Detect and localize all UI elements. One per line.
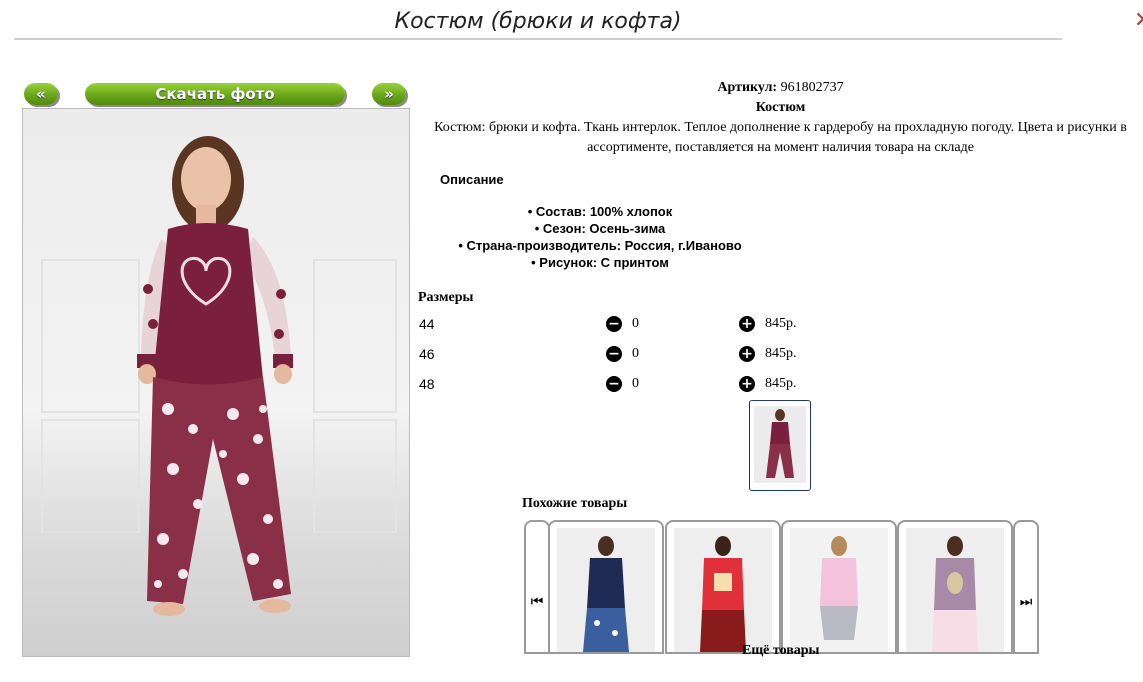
product-photo[interactable]: [22, 108, 410, 657]
skip-forward-icon: ⏭: [1019, 594, 1033, 610]
similar-product-card[interactable]: [665, 520, 781, 654]
minus-icon[interactable]: −: [606, 346, 622, 362]
plus-icon[interactable]: +: [739, 346, 755, 362]
quantity-value: 0: [632, 316, 639, 331]
minus-icon[interactable]: −: [606, 316, 622, 332]
plus-icon[interactable]: +: [739, 316, 755, 332]
sizes-title: Размеры: [418, 290, 474, 305]
article-value: 961802737: [780, 80, 844, 95]
photo-thumbnail[interactable]: [749, 400, 811, 491]
skip-back-icon: ⏮: [530, 594, 544, 610]
product-image: [557, 528, 655, 652]
product-name: Костюм: [755, 100, 806, 115]
spec-list: Состав: 100% хлопок Сезон: Осень-зима Ст…: [420, 203, 780, 271]
price-value: 845р.: [765, 316, 797, 331]
size-label: 48: [419, 376, 435, 392]
more-products-link[interactable]: Ещё товары: [742, 643, 820, 659]
article-line: Артикул: 961802737: [418, 78, 1143, 98]
price-value: 845р.: [765, 346, 797, 361]
size-label: 44: [419, 316, 435, 332]
page-title: Костюм (брюки и кофта): [14, 6, 1062, 40]
price-value: 845р.: [765, 376, 797, 391]
product-image: [906, 528, 1004, 652]
size-row: 48 − 0 + 845р.: [418, 373, 818, 395]
close-icon[interactable]: ✕: [1134, 8, 1143, 34]
size-row: 46 − 0 + 845р.: [418, 343, 818, 365]
similar-title: Похожие товары: [522, 496, 628, 511]
quantity-value: 0: [632, 376, 639, 391]
size-label: 46: [419, 346, 435, 362]
spec-item: Рисунок: С принтом: [420, 254, 780, 271]
quantity-value: 0: [632, 346, 639, 361]
product-description: Костюм: брюки и кофта. Ткань интерлок. Т…: [434, 120, 1127, 155]
description-title: Описание: [440, 172, 504, 187]
plus-icon[interactable]: +: [739, 376, 755, 392]
spec-item: Состав: 100% хлопок: [420, 203, 780, 220]
similar-product-card[interactable]: [548, 520, 664, 654]
product-image: [790, 528, 888, 652]
spec-item: Сезон: Осень-зима: [420, 220, 780, 237]
product-image: [674, 528, 772, 652]
thumbnail-image: [754, 406, 806, 483]
minus-icon[interactable]: −: [606, 376, 622, 392]
download-photo-button[interactable]: Скачать фото: [85, 83, 345, 105]
carousel-prev-button[interactable]: ⏮: [524, 520, 550, 654]
similar-product-card[interactable]: [897, 520, 1013, 654]
article-label: Артикул:: [717, 80, 778, 95]
similar-product-card[interactable]: [781, 520, 897, 654]
product-info: Артикул: 961802737 Костюм Костюм: брюки …: [418, 78, 1143, 158]
size-row: 44 − 0 + 845р.: [418, 313, 818, 335]
next-photo-button[interactable]: »: [372, 83, 406, 105]
prev-photo-button[interactable]: «: [24, 83, 58, 105]
carousel-next-button[interactable]: ⏭: [1013, 520, 1039, 654]
model-figure: [137, 136, 293, 616]
spec-item: Страна-производитель: Россия, г.Иваново: [420, 237, 780, 254]
